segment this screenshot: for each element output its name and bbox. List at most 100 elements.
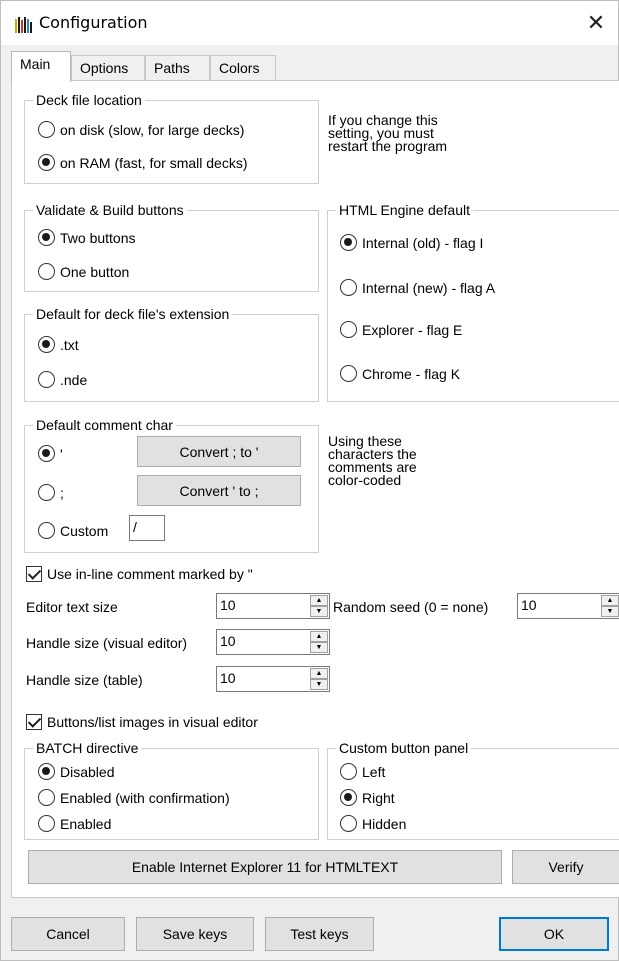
convert-quote-button[interactable]: Convert ' to ; xyxy=(137,475,301,506)
radio-indicator xyxy=(340,279,357,296)
radio-ext-nde[interactable]: .nde xyxy=(38,371,87,388)
handle-size-visual-spinner[interactable]: ▲ ▼ xyxy=(310,631,328,653)
restart-note: If you change this setting, you must res… xyxy=(328,112,448,154)
handle-size-visual-input[interactable]: 10 ▲ ▼ xyxy=(216,629,330,655)
comment-char-group: Default comment char ' ; Custom Convert … xyxy=(24,416,319,553)
radio-indicator xyxy=(340,789,357,806)
tab-main[interactable]: Main xyxy=(11,51,71,82)
editor-text-size-spinner[interactable]: ▲ ▼ xyxy=(310,595,328,617)
radio-engine-explorer[interactable]: Explorer - flag E xyxy=(340,321,462,338)
validate-build-group: Validate & Build buttons Two buttons One… xyxy=(24,201,319,292)
radio-batch-disabled[interactable]: Disabled xyxy=(38,763,114,780)
radio-indicator xyxy=(38,522,55,539)
spin-down-icon[interactable]: ▼ xyxy=(601,606,619,617)
radio-indicator xyxy=(38,815,55,832)
radio-indicator xyxy=(38,484,55,501)
radio-indicator xyxy=(340,763,357,780)
radio-indicator xyxy=(38,371,55,388)
tab-paths[interactable]: Paths xyxy=(145,55,210,81)
enable-ie11-button[interactable]: Enable Internet Explorer 11 for HTMLTEXT xyxy=(28,850,502,884)
radio-indicator xyxy=(38,229,55,246)
extension-group: Default for deck file's extension .txt .… xyxy=(24,305,319,402)
checkbox-indicator xyxy=(26,714,42,730)
handle-size-visual-label: Handle size (visual editor) xyxy=(26,635,188,651)
group-label: HTML Engine default xyxy=(336,201,473,219)
radio-indicator xyxy=(38,121,55,138)
radio-engine-internal-new[interactable]: Internal (new) - flag A xyxy=(340,279,495,296)
radio-engine-internal-old[interactable]: Internal (old) - flag I xyxy=(340,234,483,251)
group-label: Custom button panel xyxy=(336,739,472,757)
radio-comment-custom[interactable]: Custom xyxy=(38,522,108,539)
spin-down-icon[interactable]: ▼ xyxy=(310,679,328,690)
tab-strip: Main Options Paths Colors xyxy=(11,51,611,82)
custom-comment-input[interactable]: / xyxy=(129,515,165,541)
color-coded-note: Using these characters the comments are … xyxy=(328,433,417,488)
radio-two-buttons[interactable]: Two buttons xyxy=(38,229,136,246)
random-seed-input[interactable]: 10 ▲ ▼ xyxy=(517,593,619,619)
window-title: Configuration xyxy=(39,13,148,32)
radio-comment-semicolon[interactable]: ; xyxy=(38,484,64,501)
radio-indicator xyxy=(340,321,357,338)
radio-indicator xyxy=(340,365,357,382)
cancel-button[interactable]: Cancel xyxy=(11,917,125,951)
group-label: Validate & Build buttons xyxy=(33,201,187,219)
editor-text-size-input[interactable]: 10 ▲ ▼ xyxy=(216,593,330,619)
group-label: Deck file location xyxy=(33,91,145,109)
radio-comment-quote[interactable]: ' xyxy=(38,445,63,462)
radio-indicator xyxy=(340,815,357,832)
radio-ext-txt[interactable]: .txt xyxy=(38,336,79,353)
radio-indicator xyxy=(38,336,55,353)
group-label: BATCH directive xyxy=(33,739,142,757)
random-seed-label: Random seed (0 = none) xyxy=(333,599,489,615)
main-tab-panel: Deck file location on disk (slow, for la… xyxy=(11,80,619,898)
html-engine-group: HTML Engine default Internal (old) - fla… xyxy=(327,201,619,402)
spin-up-icon[interactable]: ▲ xyxy=(310,668,328,679)
tab-options[interactable]: Options xyxy=(71,55,145,81)
verify-button[interactable]: Verify xyxy=(512,850,619,884)
radio-indicator xyxy=(340,234,357,251)
spin-down-icon[interactable]: ▼ xyxy=(310,642,328,653)
title-bar[interactable]: Configuration ✕ xyxy=(1,1,618,45)
deck-location-group: Deck file location on disk (slow, for la… xyxy=(24,91,319,184)
radio-panel-right[interactable]: Right xyxy=(340,789,395,806)
batch-directive-group: BATCH directive Disabled Enabled (with c… xyxy=(24,739,319,840)
radio-one-button[interactable]: One button xyxy=(38,263,129,280)
radio-on-ram[interactable]: on RAM (fast, for small decks) xyxy=(38,154,248,171)
handle-size-table-spinner[interactable]: ▲ ▼ xyxy=(310,668,328,690)
group-label: Default for deck file's extension xyxy=(33,305,233,323)
save-keys-button[interactable]: Save keys xyxy=(136,917,254,951)
radio-indicator xyxy=(38,763,55,780)
group-label: Default comment char xyxy=(33,416,176,434)
ok-button[interactable]: OK xyxy=(499,917,609,951)
tab-colors[interactable]: Colors xyxy=(210,55,276,81)
close-icon: ✕ xyxy=(586,10,606,36)
configuration-dialog: Configuration ✕ Main Options Paths Color… xyxy=(0,0,619,961)
app-icon xyxy=(15,17,32,33)
radio-indicator xyxy=(38,263,55,280)
inline-comment-checkbox[interactable]: Use in-line comment marked by " xyxy=(26,566,253,582)
random-seed-spinner[interactable]: ▲ ▼ xyxy=(601,595,619,617)
test-keys-button[interactable]: Test keys xyxy=(265,917,374,951)
footer-bar: Cancel Save keys Test keys OK xyxy=(1,898,618,960)
custom-button-panel-group: Custom button panel Left Right Hidden xyxy=(327,739,619,840)
spin-up-icon[interactable]: ▲ xyxy=(310,595,328,606)
spin-down-icon[interactable]: ▼ xyxy=(310,606,328,617)
checkbox-indicator xyxy=(26,566,42,582)
radio-indicator xyxy=(38,789,55,806)
editor-text-size-label: Editor text size xyxy=(26,599,118,615)
spin-up-icon[interactable]: ▲ xyxy=(601,595,619,606)
radio-panel-hidden[interactable]: Hidden xyxy=(340,815,406,832)
radio-panel-left[interactable]: Left xyxy=(340,763,385,780)
radio-on-disk[interactable]: on disk (slow, for large decks) xyxy=(38,121,244,138)
radio-batch-enabled[interactable]: Enabled xyxy=(38,815,111,832)
convert-semicolon-button[interactable]: Convert ; to ' xyxy=(137,436,301,467)
radio-batch-enabled-confirm[interactable]: Enabled (with confirmation) xyxy=(38,789,230,806)
radio-indicator xyxy=(38,154,55,171)
radio-indicator xyxy=(38,445,55,462)
handle-size-table-input[interactable]: 10 ▲ ▼ xyxy=(216,666,330,692)
radio-engine-chrome[interactable]: Chrome - flag K xyxy=(340,365,460,382)
buttons-images-checkbox[interactable]: Buttons/list images in visual editor xyxy=(26,714,258,730)
handle-size-table-label: Handle size (table) xyxy=(26,672,143,688)
close-button[interactable]: ✕ xyxy=(574,1,618,45)
spin-up-icon[interactable]: ▲ xyxy=(310,631,328,642)
